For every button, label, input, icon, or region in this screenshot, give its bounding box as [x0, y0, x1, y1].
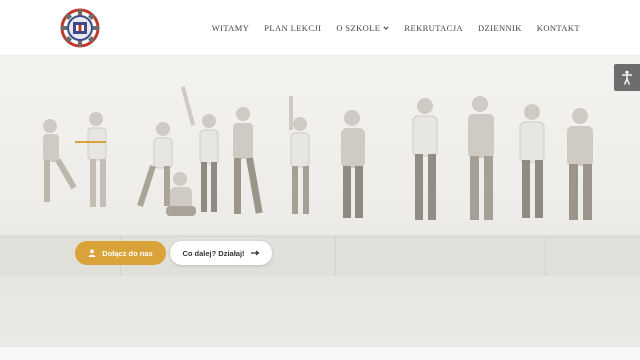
nav-item-dziennik[interactable]: DZIENNIK [478, 23, 522, 33]
user-icon [88, 249, 96, 257]
hero-accent-line [75, 141, 106, 143]
hero-group-photo [43, 86, 593, 220]
arrow-right-icon [250, 250, 260, 256]
hero-section: Dołącz do nas Co dalej? Działaj! [0, 56, 640, 346]
school-emblem-icon [60, 8, 100, 48]
chevron-down-icon [383, 26, 390, 31]
school-logo[interactable] [58, 6, 102, 50]
main-nav: WITAMY PLAN LEKCJI O SZKOLE REKRUTACJA D… [212, 0, 580, 56]
nav-item-kontakt[interactable]: KONTAKT [537, 23, 580, 33]
nav-item-o-szkole[interactable]: O SZKOLE [336, 23, 390, 33]
accessibility-icon [622, 70, 632, 85]
next-steps-button[interactable]: Co dalej? Działaj! [170, 241, 272, 265]
next-steps-label: Co dalej? Działaj! [182, 248, 245, 258]
nav-item-plan-lekcji[interactable]: PLAN LEKCJI [264, 23, 321, 33]
accessibility-toggle[interactable] [614, 64, 640, 91]
site-header: WITAMY PLAN LEKCJI O SZKOLE REKRUTACJA D… [0, 0, 640, 56]
nav-item-witamy[interactable]: WITAMY [212, 23, 250, 33]
nav-item-rekrutacja[interactable]: REKRUTACJA [404, 23, 463, 33]
content-strip [0, 346, 640, 360]
join-us-button[interactable]: Dołącz do nas [75, 241, 166, 265]
join-us-label: Dołącz do nas [102, 248, 153, 258]
